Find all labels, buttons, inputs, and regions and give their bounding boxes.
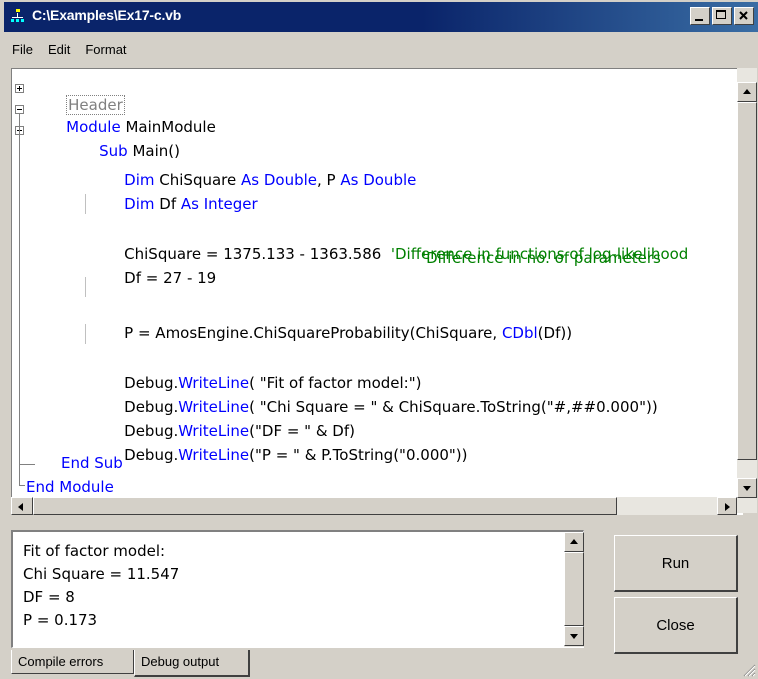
code-text: Df = 27 - 19 [124,269,217,287]
code-line-end-sub: End Sub [61,454,123,472]
scroll-down-button[interactable] [737,478,757,498]
expand-header-icon[interactable] [15,84,24,93]
code-line-writeline-3: Debug.WriteLine("DF = " & Df) [86,401,355,440]
arrow-up-icon [570,539,578,544]
minimize-icon [695,19,703,21]
code-area[interactable]: Header Module MainModule Sub Main() Dim … [12,69,734,497]
arrow-down-icon [570,634,578,639]
code-line-sub: Sub Main() [61,121,180,160]
menu-format[interactable]: Format [77,38,133,62]
output-line: DF = 8 [23,588,75,606]
code-line-writeline-4: Debug.WriteLine("P = " & P.ToString("0.0… [86,425,467,464]
arrow-right-icon [725,503,730,511]
app-icon [11,9,24,22]
maximize-button[interactable] [712,7,732,25]
arrow-left-icon [18,503,23,511]
code-line-module: Module MainModule [28,97,216,136]
code-text: P = AmosEngine.ChiSquareProbability(ChiS… [124,324,502,342]
code-line-dim1: Dim ChiSquare As Double, P As Double [86,150,416,189]
code-text: , P [317,171,341,189]
code-line-writeline-1: Debug.WriteLine( "Fit of factor model:") [86,353,421,392]
output-text: Fit of factor model: Chi Square = 11.547… [23,540,179,632]
code-line-writeline-2: Debug.WriteLine( "Chi Square = " & ChiSq… [86,377,658,416]
editor-vertical-scrollbar[interactable] [737,68,757,513]
caption-buttons [690,7,754,25]
code-line-p: P = AmosEngine.ChiSquareProbability(ChiS… [86,303,572,342]
output-line: Chi Square = 11.547 [23,565,180,583]
code-editor[interactable]: Header Module MainModule Sub Main() Dim … [11,68,743,515]
menu-bar: File Edit Format [4,38,134,62]
code-line-dim2: Dim Df As Integer [86,174,258,213]
tab-compile-errors[interactable]: Compile errors [11,650,134,674]
arrow-up-icon [743,89,751,94]
run-button[interactable]: Run [614,535,738,592]
close-window-button[interactable] [734,7,754,25]
keyword: As Double [340,171,417,189]
keyword: As Integer [180,195,258,213]
editor-horizontal-scrollbar[interactable] [11,497,737,515]
tree-line [19,114,20,486]
tree-line [19,464,35,465]
output-line: Fit of factor model: [23,542,166,560]
output-scroll-down-button[interactable] [564,626,584,646]
keyword: CDbl [501,324,538,342]
output-vertical-scrollbar[interactable] [564,532,584,647]
menu-file[interactable]: File [4,38,40,62]
horizontal-scroll-thumb[interactable] [33,497,617,515]
code-text: ("P = " & P.ToString("0.000")) [249,446,468,464]
code-comment: 'Difference in no. of parameters [422,249,661,267]
tab-debug-output[interactable]: Debug output [134,650,250,677]
output-scroll-up-button[interactable] [564,532,584,552]
scroll-up-button[interactable] [737,82,757,102]
resize-grip-icon[interactable] [742,663,756,677]
tree-line [19,485,25,486]
title-bar[interactable]: C:\Examples\Ex17-c.vb [4,2,758,32]
scroll-right-button[interactable] [717,497,737,515]
window-title: C:\Examples\Ex17-c.vb [32,7,182,23]
menu-edit[interactable]: Edit [40,38,77,62]
code-text: Df [154,195,181,213]
maximize-icon [716,10,726,19]
minimize-button[interactable] [690,7,710,25]
keyword: WriteLine [178,446,250,464]
output-scroll-thumb[interactable] [564,552,584,626]
code-text: (Df)) [537,324,573,342]
code-line-df: Df = 27 - 19 [86,248,216,287]
scroll-left-button[interactable] [11,497,33,515]
debug-output-panel[interactable]: Fit of factor model: Chi Square = 11.547… [11,530,584,648]
output-line: P = 0.173 [23,611,98,629]
code-line-end-module: End Module [26,478,114,496]
scroll-thumb[interactable] [737,102,757,460]
code-line-chisquare: ChiSquare = 1375.133 - 1363.586 'Differe… [86,224,688,263]
editor-window: C:\Examples\Ex17-c.vb File Edit Format H… [0,0,758,679]
arrow-down-icon [743,486,751,491]
close-icon [739,11,748,20]
code-line-header: Header [28,75,125,115]
keyword: Dim [124,195,155,213]
code-text: Debug. [124,446,179,464]
collapse-module-icon[interactable] [15,105,24,114]
close-button[interactable]: Close [614,597,738,654]
